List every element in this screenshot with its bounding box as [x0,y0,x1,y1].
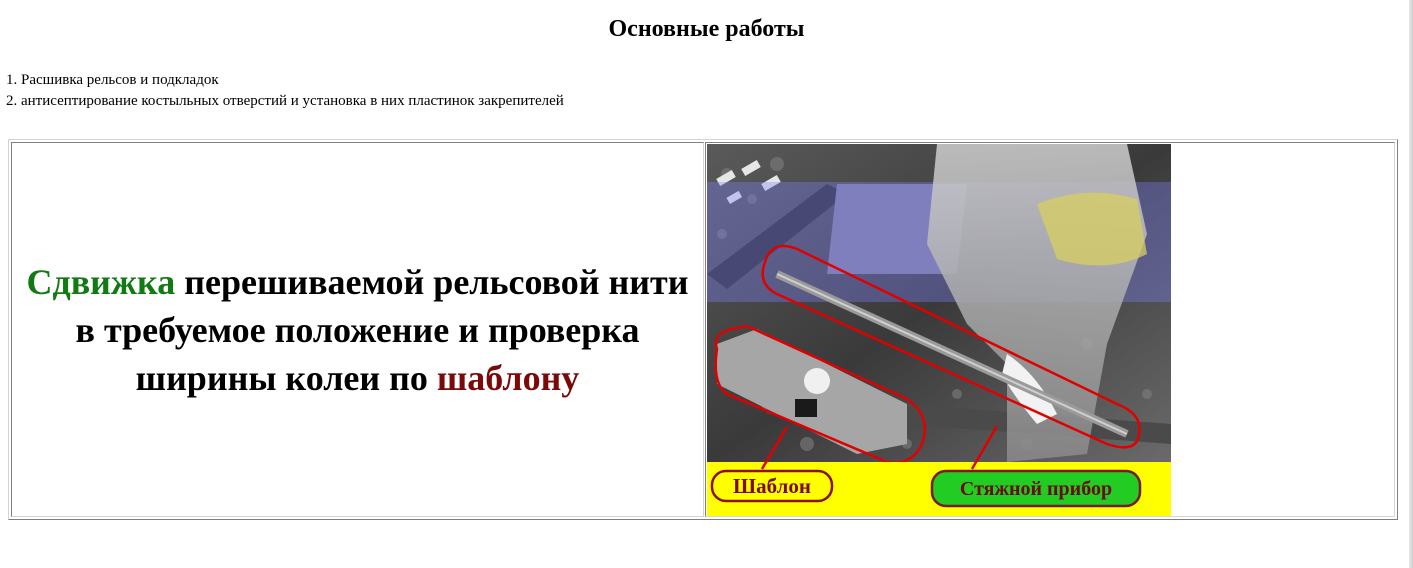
highlight-end-word: шаблону [436,357,580,398]
list-item: 2. антисептирование костыльных отверстий… [6,93,564,109]
description-cell: Сдвижка перешиваемой рельсовой нити в тр… [11,142,704,517]
gauge-dial [804,368,830,394]
scrollbar-edge[interactable] [1409,0,1413,568]
list-item: 1. Расшивка рельсов и подкладок [6,72,219,88]
label-template-text: Шаблон [733,474,811,498]
highlight-start-word: Сдвижка [26,261,176,302]
page-title: Основные работы [608,16,805,42]
main-description: Сдвижка перешиваемой рельсовой нити в тр… [18,258,698,402]
work-list: 1. Расшивка рельсов и подкладок 2. антис… [6,70,564,112]
track-work-photo: Шаблон Стяжной прибор [707,144,1171,516]
gauge-block [795,399,817,417]
label-tensioner-text: Стяжной прибор [960,478,1112,500]
